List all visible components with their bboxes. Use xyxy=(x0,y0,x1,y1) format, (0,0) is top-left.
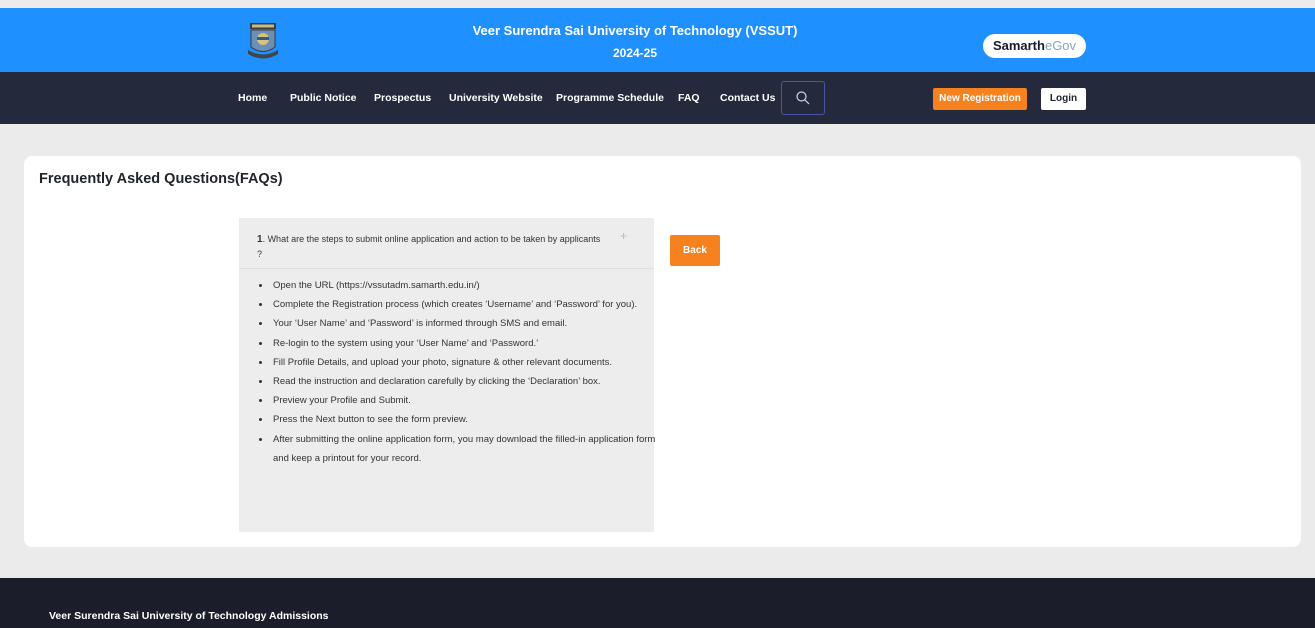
expand-icon[interactable]: + xyxy=(620,229,627,243)
faq-question-header[interactable]: 1. What are the steps to submit online a… xyxy=(239,218,654,269)
faq-answer-list: Open the URL (https://vssutadm.samarth.e… xyxy=(257,276,663,468)
faq-card: Frequently Asked Questions(FAQs) 1. What… xyxy=(24,156,1301,547)
new-registration-button[interactable]: New Registration xyxy=(933,88,1027,110)
list-item: Read the instruction and declaration car… xyxy=(271,372,663,391)
login-button[interactable]: Login xyxy=(1041,88,1086,110)
list-item: Press the Next button to see the form pr… xyxy=(271,410,663,429)
faq-accordion: 1. What are the steps to submit online a… xyxy=(239,218,655,532)
list-item: Fill Profile Details, and upload your ph… xyxy=(271,353,663,372)
page-footer: Veer Surendra Sai University of Technolo… xyxy=(0,578,1315,628)
faq-question-text: . What are the steps to submit online ap… xyxy=(257,234,601,259)
search-button[interactable] xyxy=(781,81,825,115)
search-icon xyxy=(796,91,810,105)
nav-home[interactable]: Home xyxy=(238,72,267,124)
list-item: Your ‘User Name’ and ‘Password’ is infor… xyxy=(271,314,663,333)
badge-egov-text: eGov xyxy=(1044,38,1077,53)
main-navbar: Home Public Notice Prospectus University… xyxy=(0,72,1315,124)
list-item: Open the URL (https://vssutadm.samarth.e… xyxy=(271,276,663,295)
top-header: Veer Surendra Sai University of Technolo… xyxy=(0,8,1315,72)
list-item: Preview your Profile and Submit. xyxy=(271,391,663,410)
nav-faq[interactable]: FAQ xyxy=(678,72,700,124)
nav-university-website[interactable]: University Website xyxy=(449,72,543,124)
list-item: Re-login to the system using your ‘User … xyxy=(271,334,663,353)
nav-programme-schedule[interactable]: Programme Schedule xyxy=(556,72,664,124)
samarth-egov-badge[interactable]: SamartheGov xyxy=(983,34,1086,58)
badge-samarth-text: Samarth xyxy=(992,38,1045,53)
list-item: Complete the Registration process (which… xyxy=(271,295,663,314)
list-item: After submitting the online application … xyxy=(271,430,663,468)
page-title: Frequently Asked Questions(FAQs) xyxy=(39,171,283,187)
nav-prospectus[interactable]: Prospectus xyxy=(374,72,431,124)
footer-title: Veer Surendra Sai University of Technolo… xyxy=(49,610,329,622)
nav-contact-us[interactable]: Contact Us xyxy=(720,72,775,124)
nav-public-notice[interactable]: Public Notice xyxy=(290,72,357,124)
faq-question: 1. What are the steps to submit online a… xyxy=(257,232,602,262)
back-button[interactable]: Back xyxy=(670,235,720,266)
